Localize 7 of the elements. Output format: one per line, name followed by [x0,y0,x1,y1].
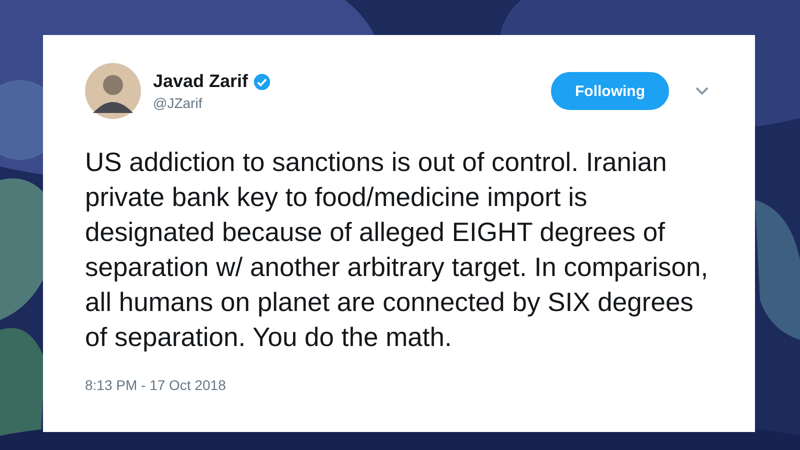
following-button[interactable]: Following [551,72,669,110]
tweet-timestamp[interactable]: 8:13 PM - 17 Oct 2018 [85,377,226,393]
avatar-icon [85,63,141,119]
chevron-icon[interactable] [695,86,709,96]
tweet-text: US addiction to sanctions is out of control. Iranian private bank key to food/medicine import is designated because of alleged EIGHT degrees of separation w/ another arbitrary target. In comparison, all humans on planet are connected by SIX degrees of separation. You do the math. [85,146,710,354]
author-handle[interactable]: @JZarif [153,95,551,111]
author-name[interactable]: Javad Zarif [153,71,248,92]
